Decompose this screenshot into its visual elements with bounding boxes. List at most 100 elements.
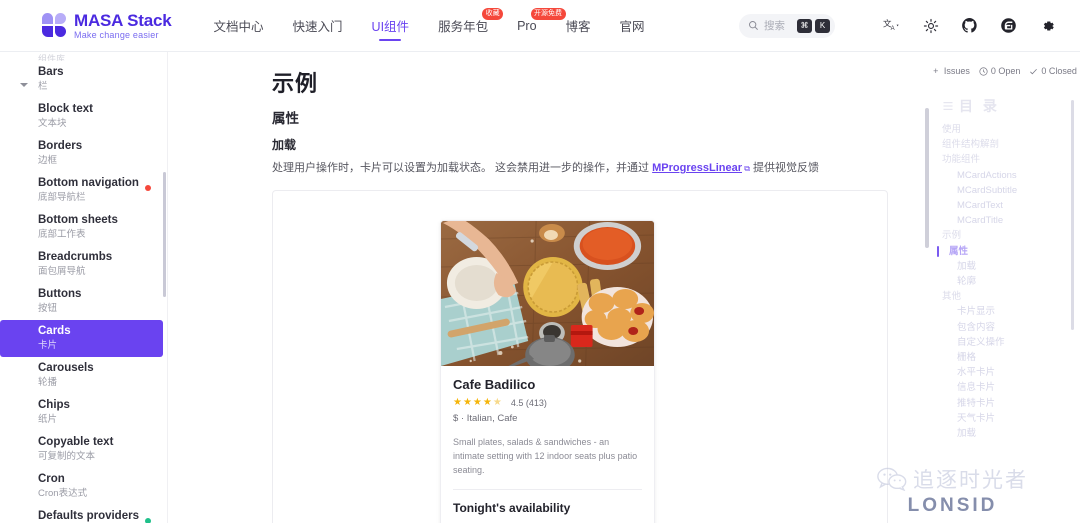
sidebar-item-buttons[interactable]: Buttons 按钮 bbox=[0, 283, 167, 320]
sidebar-item-label-cn: 可复制的文本 bbox=[38, 451, 96, 462]
toc-item[interactable]: 包含内容 bbox=[942, 320, 1080, 335]
list-icon bbox=[943, 102, 953, 110]
nav-item-label: Pro bbox=[517, 18, 537, 33]
sidebar-item-copyable-text[interactable]: Copyable text 可复制的文本 bbox=[0, 431, 167, 468]
shortcut-key-k: K bbox=[815, 18, 830, 33]
gitee-icon[interactable] bbox=[1000, 17, 1017, 34]
logo-subtitle: Make change easier bbox=[74, 29, 159, 40]
sidebar-item-bars[interactable]: Bars 栏 bbox=[0, 61, 167, 98]
toc-item[interactable]: 自定义操作 bbox=[942, 335, 1080, 350]
toc-item[interactable]: 推特卡片 bbox=[942, 396, 1080, 411]
toc-item[interactable]: 天气卡片 bbox=[942, 411, 1080, 426]
nav-item-4[interactable]: Pro 开源免费 bbox=[517, 0, 566, 52]
search-input[interactable]: 搜索 ⌘ K bbox=[739, 13, 835, 38]
table-of-contents-panel: + Issues 0 Open 0 Closed 目 录 使用 组件结构解剖 功… bbox=[930, 52, 1080, 523]
sidebar-item-breadcrumbs[interactable]: Breadcrumbs 面包屑导航 bbox=[0, 246, 167, 283]
sidebar-item-label-cn: 底部工作表 bbox=[38, 229, 86, 240]
nav-item-label: UI组件 bbox=[371, 20, 410, 34]
toc-item[interactable]: 加载 bbox=[942, 426, 1080, 441]
toc-item[interactable]: 其他 bbox=[942, 289, 1080, 304]
sidebar-item-label-en: Carousels bbox=[38, 362, 94, 374]
add-issue-button[interactable]: + Issues bbox=[933, 66, 970, 76]
toc-item[interactable]: 功能组件 bbox=[942, 152, 1080, 167]
card-title: Cafe Badilico bbox=[453, 377, 536, 392]
sidebar-cutoff-label: 组件库 bbox=[38, 54, 66, 61]
translate-icon[interactable]: 文 A bbox=[883, 17, 900, 34]
restaurant-card[interactable]: Cafe Badilico ★★★★★ 4.5 (413) $ · Italia… bbox=[440, 220, 655, 523]
nav-item-0[interactable]: 文档中心 bbox=[214, 0, 264, 52]
sidebar-item-label-cn: 栏 bbox=[38, 81, 48, 92]
toc-item[interactable]: MCardActions bbox=[942, 168, 1080, 183]
theme-brightness-icon[interactable] bbox=[922, 17, 939, 34]
nav-item-1[interactable]: 快速入门 bbox=[293, 0, 343, 52]
sidebar-item-chips[interactable]: Chips 纸片 bbox=[0, 394, 167, 431]
toc-item[interactable]: 轮廓 bbox=[942, 274, 1080, 289]
page-root: MASA Stack Make change easier 文档中心 快速入门 UI… bbox=[0, 0, 1080, 523]
toc-item[interactable]: 卡片显示 bbox=[942, 304, 1080, 319]
toc-item[interactable]: MCardSubtitle bbox=[942, 183, 1080, 198]
toc-item[interactable]: MCardText bbox=[942, 198, 1080, 213]
sidebar-item-cards[interactable]: Cards 卡片 bbox=[0, 320, 163, 357]
sidebar-item-defaults-providers[interactable]: Defaults providers默认值提供程序 bbox=[0, 505, 167, 523]
sidebar-item-carousels[interactable]: Carousels 轮播 bbox=[0, 357, 167, 394]
toc-item[interactable]: 组件结构解剖 bbox=[942, 137, 1080, 152]
sidebar-item-label-en: Borders bbox=[38, 140, 83, 152]
nav-item-3[interactable]: 服务年包 收藏 bbox=[438, 0, 504, 52]
sidebar-item-bottom-navigation[interactable]: Bottom navigation 底部导航栏 bbox=[0, 172, 167, 209]
sidebar-item-status-dot bbox=[145, 518, 151, 523]
logo[interactable]: MASA Stack Make change easier bbox=[42, 12, 172, 40]
sidebar-list: Bars 栏 Block text 文本块 Borders 边框 Bottom naviga… bbox=[0, 61, 167, 523]
sidebar-item-label-en: Copyable text bbox=[38, 436, 114, 448]
toc-item[interactable]: MCardTitle bbox=[942, 213, 1080, 228]
chevron-down-icon[interactable] bbox=[20, 83, 28, 87]
main-scrollbar[interactable] bbox=[925, 108, 929, 248]
section-heading-attributes: 属性 bbox=[272, 111, 299, 126]
closed-issues[interactable]: 0 Closed bbox=[1029, 66, 1077, 76]
open-issues[interactable]: 0 Open bbox=[979, 66, 1020, 76]
sidebar-scrollbar[interactable] bbox=[163, 172, 166, 297]
toc-item[interactable]: 属性 bbox=[937, 244, 1080, 259]
card-rating: ★★★★★ 4.5 (413) bbox=[453, 397, 642, 408]
sidebar-item-label-cn: 文本块 bbox=[38, 118, 67, 129]
sidebar-item-label-en: Cron bbox=[38, 473, 65, 485]
toc-item[interactable]: 栅格 bbox=[942, 350, 1080, 365]
toc-item[interactable]: 加载 bbox=[942, 259, 1080, 274]
card-rating-value: 4.5 (413) bbox=[510, 397, 547, 408]
sidebar-item-label-en: Bars bbox=[38, 66, 64, 78]
card-image bbox=[441, 221, 654, 366]
logo-title: MASA Stack bbox=[74, 10, 172, 30]
check-icon bbox=[1030, 68, 1038, 74]
toc-heading: 目 录 bbox=[942, 96, 1080, 116]
star-rating-icon: ★★★★★ bbox=[453, 397, 503, 408]
sidebar-item-block-text[interactable]: Block text 文本块 bbox=[0, 98, 167, 135]
toc-title-text: 目 录 bbox=[959, 98, 1000, 114]
svg-text:A: A bbox=[891, 26, 895, 32]
nav-item-label: 文档中心 bbox=[213, 20, 264, 34]
sidebar-item-borders[interactable]: Borders 边框 bbox=[0, 135, 167, 172]
nav-item-6[interactable]: 官网 bbox=[620, 0, 645, 52]
masa-logo-icon bbox=[42, 13, 67, 38]
toc-scrollbar[interactable] bbox=[1071, 100, 1074, 330]
left-sidebar[interactable]: 组件库 Bars 栏 Block text 文本块 Borders 边框 Bottom na… bbox=[0, 52, 168, 523]
toc-item[interactable]: 信息卡片 bbox=[942, 380, 1080, 395]
shortcut-key-meta: ⌘ bbox=[797, 18, 812, 33]
nav-item-2[interactable]: UI组件 bbox=[372, 0, 410, 52]
toc-item[interactable]: 使用 bbox=[942, 122, 1080, 137]
sidebar-item-label-cn: 底部导航栏 bbox=[38, 192, 86, 203]
sidebar-item-bottom-sheets[interactable]: Bottom sheets 底部工作表 bbox=[0, 209, 167, 246]
github-icon[interactable] bbox=[961, 17, 978, 34]
sidebar-item-status-dot bbox=[145, 185, 151, 191]
sidebar-item-label-en: Bottom sheets bbox=[38, 214, 118, 226]
sidebar-item-cron[interactable]: Cron Cron表达式 bbox=[0, 468, 167, 505]
nav-item-5[interactable]: 博客 bbox=[566, 0, 591, 52]
paragraph-text-after: 提供视觉反馈 bbox=[749, 162, 819, 174]
card-meta: $ · Italian, Cafe bbox=[453, 413, 518, 424]
issues-bar: + Issues 0 Open 0 Closed bbox=[930, 66, 1080, 76]
paragraph-text-before: 处理用户操作时，卡片可以设置为加载状态。 这会禁用进一步的操作，并通过 bbox=[272, 162, 653, 174]
toc-item[interactable]: 水平卡片 bbox=[942, 365, 1080, 380]
mprogresslinear-link[interactable]: MProgressLinear bbox=[652, 162, 742, 174]
sidebar-item-label-en: Chips bbox=[38, 399, 70, 411]
card-divider bbox=[453, 489, 642, 490]
toc-item[interactable]: 示例 bbox=[942, 228, 1080, 243]
settings-gear-icon[interactable] bbox=[1039, 17, 1056, 34]
